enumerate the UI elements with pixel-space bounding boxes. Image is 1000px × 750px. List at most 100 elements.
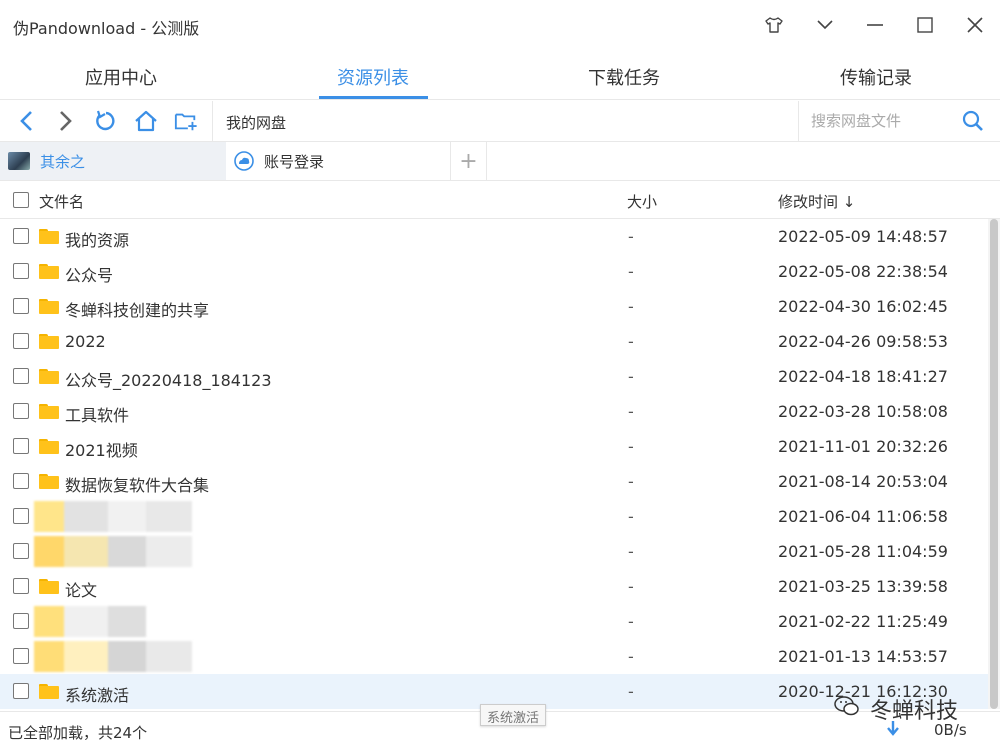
file-name: 工具软件 [65,406,130,425]
row-checkbox[interactable] [13,648,29,664]
row-checkbox[interactable] [13,578,29,594]
row-checkbox[interactable] [13,403,29,419]
file-size: - [628,612,634,631]
new-folder-icon[interactable] [174,109,198,133]
tab-app-center[interactable]: 应用中心 [61,64,181,90]
scrollbar[interactable] [988,219,1000,709]
file-modified-time: 2022-04-26 09:58:53 [778,332,948,351]
search-input[interactable] [811,110,961,132]
row-checkbox[interactable] [13,368,29,384]
table-row[interactable]: 公众号 - 2022-05-08 22:38:54 [0,254,988,289]
table-row[interactable]: - 2021-06-04 11:06:58 [0,499,988,534]
wechat-icon [834,695,860,723]
row-checkbox[interactable] [13,263,29,279]
minimize-button[interactable] [863,13,887,37]
file-size: - [628,367,634,386]
file-modified-time: 2022-04-18 18:41:27 [778,367,948,386]
refresh-icon[interactable] [94,109,118,133]
row-checkbox[interactable] [13,473,29,489]
table-row[interactable]: 论文 - 2021-03-25 13:39:58 [0,569,988,604]
account-tab-login[interactable]: 账号登录 [226,142,451,180]
cloud-icon [234,151,254,171]
home-icon[interactable] [134,109,158,133]
file-size: - [628,507,634,526]
add-account-icon[interactable]: + [451,142,487,180]
table-row[interactable]: - 2021-05-28 11:04:59 [0,534,988,569]
blurred-file-name [34,536,192,567]
folder-icon [39,474,59,489]
folder-icon [39,334,59,349]
file-modified-time: 2022-04-30 16:02:45 [778,297,948,316]
file-size: - [628,297,634,316]
file-modified-time: 2021-11-01 20:32:26 [778,437,948,456]
folder-icon [39,369,59,384]
table-row[interactable]: 2022 - 2022-04-26 09:58:53 [0,324,988,359]
file-name: 数据恢复软件大合集 [65,476,210,495]
table-row[interactable]: - 2021-02-22 11:25:49 [0,604,988,639]
toolbar: 我的网盘 [0,101,1000,142]
file-name: 我的资源 [65,231,130,250]
file-modified-time: 2022-05-08 22:38:54 [778,262,948,281]
table-row[interactable]: - 2021-01-13 14:53:57 [0,639,988,674]
table-row[interactable]: 数据恢复软件大合集 - 2021-08-14 20:53:04 [0,464,988,499]
file-size: - [628,472,634,491]
file-name: 2021视频 [65,441,138,460]
download-arrow-icon [886,720,900,740]
skin-icon[interactable] [762,13,786,37]
search-box [798,101,1000,142]
row-checkbox[interactable] [13,228,29,244]
column-time-header[interactable]: 修改时间 ↓ [778,191,855,212]
account-tabs: 其余之 账号登录 + [0,142,1000,181]
file-modified-time: 2021-08-14 20:53:04 [778,472,948,491]
table-row[interactable]: 2021视频 - 2021-11-01 20:32:26 [0,429,988,464]
folder-icon [39,579,59,594]
close-button[interactable] [963,13,987,37]
tooltip: 系统激活 [480,704,547,726]
forward-icon[interactable] [54,109,78,133]
main-tabs: 应用中心 资源列表 下载任务 传输记录 [0,50,1000,100]
table-row[interactable]: 工具软件 - 2022-03-28 10:58:08 [0,394,988,429]
account-tab-active[interactable]: 其余之 [0,142,226,180]
file-name: 冬蝉科技创建的共享 [65,301,210,320]
folder-icon [39,439,59,454]
row-checkbox[interactable] [13,543,29,559]
row-checkbox[interactable] [13,508,29,524]
folder-icon [39,684,59,699]
folder-icon [39,264,59,279]
download-speed: 0B/s [934,721,967,739]
toolbar-divider [212,101,213,142]
column-name-header[interactable]: 文件名 [39,191,84,212]
table-row[interactable]: 我的资源 - 2022-05-09 14:48:57 [0,219,988,254]
folder-icon [39,299,59,314]
table-row[interactable]: 公众号_20220418_184123 - 2022-04-18 18:41:27 [0,359,988,394]
list-header: 文件名 大小 修改时间 ↓ [0,181,1000,219]
row-checkbox[interactable] [13,683,29,699]
file-modified-time: 2021-01-13 14:53:57 [778,647,948,666]
select-all-checkbox[interactable] [13,192,29,208]
breadcrumb[interactable]: 我的网盘 [226,112,286,133]
file-modified-time: 2021-06-04 11:06:58 [778,507,948,526]
file-size: - [628,402,634,421]
account-login-label: 账号登录 [264,152,325,171]
row-checkbox[interactable] [13,613,29,629]
chevron-down-icon[interactable] [813,13,837,37]
search-icon[interactable] [962,110,984,136]
row-checkbox[interactable] [13,298,29,314]
tab-download-tasks[interactable]: 下载任务 [564,64,684,90]
maximize-button[interactable] [913,13,937,37]
file-modified-time: 2021-03-25 13:39:58 [778,577,948,596]
scrollbar-thumb[interactable] [990,219,998,709]
file-modified-time: 2022-03-28 10:58:08 [778,402,948,421]
tab-resource-list[interactable]: 资源列表 [313,64,433,90]
table-row[interactable]: 冬蝉科技创建的共享 - 2022-04-30 16:02:45 [0,289,988,324]
row-checkbox[interactable] [13,438,29,454]
row-checkbox[interactable] [13,333,29,349]
file-size: - [628,437,634,456]
back-icon[interactable] [14,109,38,133]
blurred-file-name [34,606,146,637]
file-modified-time: 2021-02-22 11:25:49 [778,612,948,631]
file-modified-time: 2022-05-09 14:48:57 [778,227,948,246]
column-size-header[interactable]: 大小 [627,191,657,212]
file-size: - [628,647,634,666]
tab-transfer-history[interactable]: 传输记录 [816,64,936,90]
